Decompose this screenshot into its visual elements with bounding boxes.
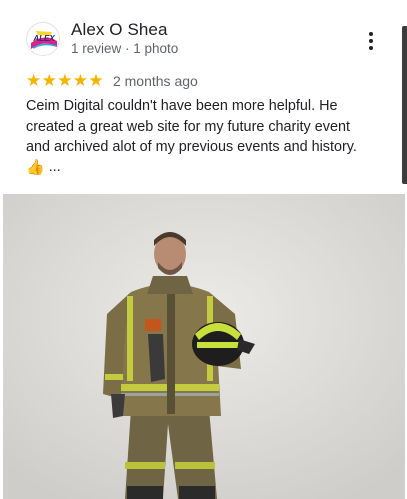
firefighter-photo-icon xyxy=(3,194,405,499)
more-options-button[interactable] xyxy=(361,30,381,52)
star-icon: ★ xyxy=(41,70,57,91)
more-vert-icon-dot xyxy=(369,46,373,50)
scrollbar[interactable] xyxy=(402,26,407,184)
read-more-link[interactable]: ... xyxy=(49,159,61,175)
avatar-logo-text: ALEX xyxy=(32,34,55,43)
star-icon: ★ xyxy=(26,70,42,91)
review-header: ALEX Alex O Shea 1 review · 1 photo xyxy=(26,20,396,60)
star-icon: ★ xyxy=(72,70,89,91)
star-rating: ★ ★ ★ ★ ★ xyxy=(26,70,104,91)
review-text: Ceim Digital couldn't have been more hel… xyxy=(26,98,357,155)
author-meta: 1 review · 1 photo xyxy=(71,41,179,56)
avatar[interactable]: ALEX xyxy=(26,22,60,56)
author-name[interactable]: Alex O Shea xyxy=(71,20,168,40)
avatar-logo-icon: ALEX xyxy=(27,23,59,55)
star-icon: ★ xyxy=(57,70,73,91)
rating-row: ★ ★ ★ ★ ★ 2 months ago xyxy=(26,72,198,90)
more-vert-icon-dot xyxy=(369,39,373,43)
review-more-row: 👍 ... xyxy=(26,157,61,177)
review-time: 2 months ago xyxy=(112,73,198,89)
thumbs-up-icon: 👍 xyxy=(26,158,45,176)
review-photo[interactable] xyxy=(3,194,405,499)
review-card: ALEX Alex O Shea 1 review · 1 photo ★ ★ … xyxy=(0,0,407,499)
star-icon: ★ xyxy=(88,70,104,91)
more-vert-icon-dot xyxy=(369,32,373,36)
